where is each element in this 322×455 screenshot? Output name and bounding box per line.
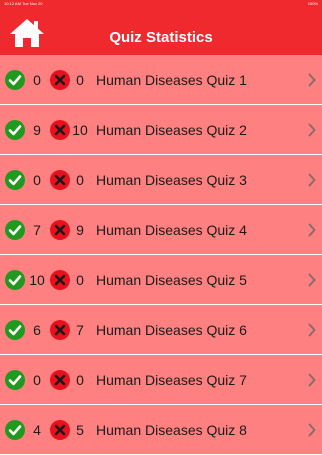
wrong-count: 0 (76, 72, 84, 88)
wrong-count: 0 (76, 172, 84, 188)
checkmark-circle-icon (5, 420, 25, 440)
chevron-right-icon (308, 123, 316, 137)
quiz-row[interactable]: 7 9 Human Diseases Quiz 4 (0, 205, 322, 255)
checkmark-circle-icon (5, 270, 25, 290)
quiz-row[interactable]: 9 10 Human Diseases Quiz 2 (0, 105, 322, 155)
checkmark-circle-icon (5, 170, 25, 190)
checkmark-circle-icon (5, 70, 25, 90)
quiz-name: Human Diseases Quiz 4 (96, 222, 247, 238)
quiz-row[interactable]: 4 5 Human Diseases Quiz 8 (0, 405, 322, 455)
quiz-name: Human Diseases Quiz 1 (96, 72, 247, 88)
checkmark-circle-icon (5, 320, 25, 340)
x-circle-icon (50, 70, 70, 90)
quiz-name: Human Diseases Quiz 8 (96, 422, 247, 438)
chevron-right-icon (308, 223, 316, 237)
wrong-count: 9 (76, 222, 84, 238)
x-circle-icon (50, 120, 70, 140)
correct-count: 9 (33, 122, 41, 138)
quiz-row[interactable]: 10 0 Human Diseases Quiz 5 (0, 255, 322, 305)
quiz-row[interactable]: 0 0 Human Diseases Quiz 7 (0, 355, 322, 405)
x-circle-icon (50, 370, 70, 390)
quiz-name: Human Diseases Quiz 2 (96, 122, 247, 138)
quiz-name: Human Diseases Quiz 6 (96, 322, 247, 338)
correct-count: 10 (29, 272, 45, 288)
battery-level: 100% (307, 1, 318, 6)
quiz-name: Human Diseases Quiz 3 (96, 172, 247, 188)
x-circle-icon (50, 270, 70, 290)
wrong-count: 7 (76, 322, 84, 338)
quiz-name: Human Diseases Quiz 7 (96, 372, 247, 388)
x-circle-icon (50, 220, 70, 240)
quiz-row[interactable]: 6 7 Human Diseases Quiz 6 (0, 305, 322, 355)
quiz-row[interactable]: 0 0 Human Diseases Quiz 1 (0, 55, 322, 105)
wrong-count: 0 (76, 272, 84, 288)
wrong-count: 10 (72, 122, 88, 138)
x-circle-icon (50, 420, 70, 440)
correct-count: 0 (33, 72, 41, 88)
chevron-right-icon (308, 373, 316, 387)
checkmark-circle-icon (5, 120, 25, 140)
quiz-row[interactable]: 0 0 Human Diseases Quiz 3 (0, 155, 322, 205)
checkmark-circle-icon (5, 220, 25, 240)
quiz-name: Human Diseases Quiz 5 (96, 272, 247, 288)
chevron-right-icon (308, 173, 316, 187)
status-time: 10:12 AM Tue Nov 20 (4, 1, 43, 6)
quiz-list: 0 0 Human Diseases Quiz 1 9 10 Human Diseases… (0, 55, 322, 455)
status-bar: 10:12 AM Tue Nov 20 100% (0, 0, 322, 10)
chevron-right-icon (308, 323, 316, 337)
navigation-bar: 10:12 AM Tue Nov 20 100% Quiz Statistics (0, 0, 322, 55)
correct-count: 6 (33, 322, 41, 338)
checkmark-circle-icon (5, 370, 25, 390)
page-title: Quiz Statistics (109, 29, 213, 46)
chevron-right-icon (308, 423, 316, 437)
x-circle-icon (50, 320, 70, 340)
wrong-count: 5 (76, 422, 84, 438)
correct-count: 0 (33, 372, 41, 388)
wrong-count: 0 (76, 372, 84, 388)
chevron-right-icon (308, 273, 316, 287)
correct-count: 4 (33, 422, 41, 438)
x-circle-icon (50, 170, 70, 190)
correct-count: 0 (33, 172, 41, 188)
chevron-right-icon (308, 73, 316, 87)
correct-count: 7 (33, 222, 41, 238)
